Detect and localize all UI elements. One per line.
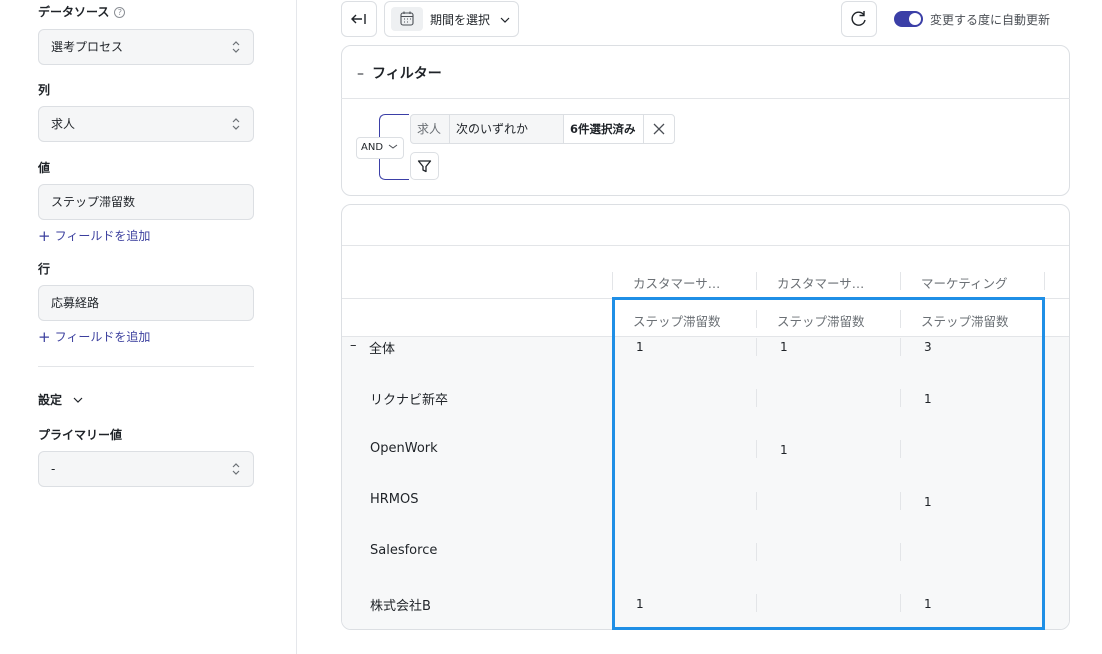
add-filter-button[interactable]: [410, 152, 439, 180]
refresh-button[interactable]: [841, 1, 877, 37]
logic-select[interactable]: AND: [356, 137, 404, 159]
row-label: 株式会社B: [370, 599, 431, 614]
row-label: HRMOS: [370, 492, 419, 507]
row-label: リクナビ新卒: [370, 393, 449, 408]
logic-value: AND: [361, 142, 384, 153]
divider: [341, 98, 1070, 99]
add-field-label: フィールドを追加: [54, 330, 151, 344]
plus-icon: +: [38, 227, 51, 245]
filter-value-chip[interactable]: 6件選択済み: [563, 114, 644, 144]
rows-label: 行: [38, 262, 51, 276]
column-separator: [612, 272, 613, 290]
help-icon[interactable]: ?: [114, 7, 126, 18]
auto-refresh-label: 変更する度に自動更新: [930, 13, 1051, 27]
settings-label: 設定: [38, 393, 63, 407]
collapse-row-icon[interactable]: –: [350, 338, 357, 353]
settings-toggle[interactable]: 設定: [38, 391, 84, 408]
divider: [38, 366, 254, 367]
values-field[interactable]: ステップ滞留数: [38, 184, 254, 220]
columns-select[interactable]: 求人: [38, 106, 254, 142]
filter-title: フィルター: [372, 66, 442, 82]
add-value-field-button[interactable]: + フィールドを追加: [38, 227, 150, 245]
filter-field-chip[interactable]: 求人: [410, 114, 450, 144]
chevron-down-icon: [388, 144, 398, 149]
chevron-down-icon: [73, 397, 83, 403]
period-label: 期間を選択: [430, 13, 491, 27]
close-icon: [653, 123, 665, 135]
row-label: 全体: [369, 342, 396, 357]
row-label: Salesforce: [370, 543, 438, 558]
collapse-filter-icon: –: [357, 66, 364, 82]
column-header[interactable]: カスタマーサ…: [777, 273, 864, 292]
remove-filter-button[interactable]: [643, 114, 675, 144]
primary-value-label: プライマリー値: [38, 428, 123, 442]
refresh-icon: [851, 11, 866, 26]
rows-field[interactable]: 応募経路: [38, 285, 254, 321]
column-separator: [756, 272, 757, 290]
column-header[interactable]: カスタマーサ…: [633, 273, 720, 292]
filter-icon: [417, 160, 432, 173]
chevron-down-icon: [500, 17, 510, 23]
add-field-label: フィールドを追加: [54, 229, 151, 243]
data-source-label: データソース?: [38, 3, 126, 20]
config-panel: データソース? 選考プロセス 列 求人 値 ステップ滞留数 + フィールドを追加 …: [0, 0, 297, 654]
chevron-updown-icon: [232, 463, 240, 475]
column-separator: [1044, 272, 1045, 290]
add-row-field-button[interactable]: + フィールドを追加: [38, 328, 150, 346]
columns-label: 列: [38, 83, 51, 97]
period-select-button[interactable]: 期間を選択: [384, 1, 519, 37]
filter-operator-chip[interactable]: 次のいずれか: [449, 114, 564, 144]
values-value: ステップ滞留数: [51, 195, 136, 209]
divider: [342, 245, 1069, 246]
column-separator: [900, 272, 901, 290]
rows-value: 応募経路: [51, 296, 100, 310]
primary-value-select[interactable]: -: [38, 451, 254, 487]
columns-value: 求人: [51, 117, 76, 131]
data-source-select[interactable]: 選考プロセス: [38, 29, 254, 65]
filter-header[interactable]: – フィルター: [357, 63, 442, 83]
calendar-icon: [391, 7, 423, 31]
auto-refresh-toggle[interactable]: [894, 11, 923, 27]
chevron-updown-icon: [232, 41, 240, 53]
plus-icon: +: [38, 328, 51, 346]
data-source-value: 選考プロセス: [51, 40, 124, 54]
primary-value: -: [51, 462, 56, 476]
row-label: OpenWork: [370, 441, 438, 456]
arrow-left-bar-icon: [351, 14, 366, 24]
collapse-panel-button[interactable]: [341, 1, 377, 37]
chevron-updown-icon: [232, 118, 240, 130]
selection-highlight: [612, 297, 1045, 630]
column-header[interactable]: マーケティング: [921, 273, 1008, 292]
values-label: 値: [38, 161, 51, 175]
